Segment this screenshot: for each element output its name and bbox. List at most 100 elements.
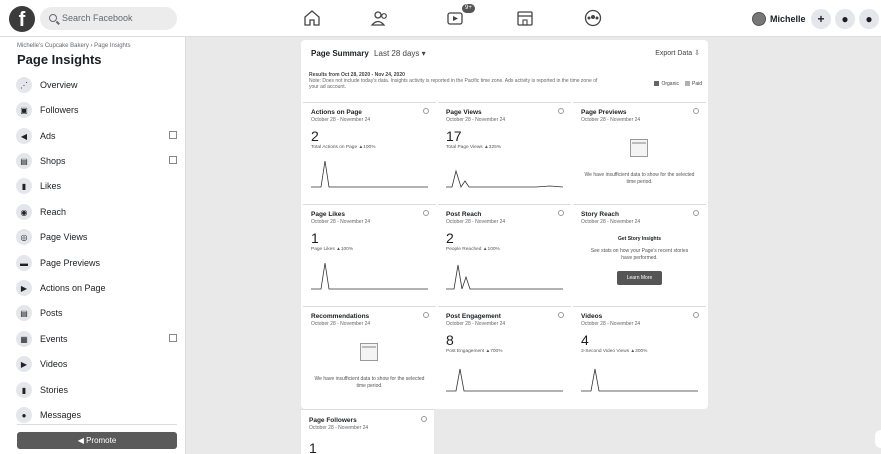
notifications-bell-icon[interactable]: ●: [859, 9, 879, 29]
tile-page-views[interactable]: Page Views October 28 - November 24 17 T…: [438, 102, 571, 202]
sidebar-item-followers[interactable]: ▣ Followers: [16, 99, 181, 121]
tile-value: 2: [446, 230, 454, 246]
sidebar-item-posts[interactable]: ▤ Posts: [16, 302, 181, 324]
tile-title: Page Followers: [309, 417, 357, 424]
info-icon[interactable]: [693, 210, 699, 216]
tile-page-followers[interactable]: Page Followers October 28 - November 24 …: [301, 409, 434, 454]
tile-page-likes[interactable]: Page Likes October 28 - November 24 1 Pa…: [303, 204, 436, 304]
marketplace-icon[interactable]: [515, 9, 535, 27]
sidebar-item-label: Shops: [40, 156, 66, 166]
top-navigation-bar: f Search Facebook 9+ Michelle + ● ●: [0, 0, 881, 37]
info-icon[interactable]: [423, 108, 429, 114]
sidebar-item-stories[interactable]: ▮ Stories: [16, 379, 181, 401]
chart-icon: ⋰: [16, 77, 32, 93]
sidebar-item-reach[interactable]: ◉ Reach: [16, 201, 181, 223]
sidebar-item-videos[interactable]: ▶ Videos: [16, 353, 181, 375]
breadcrumb[interactable]: Michelle's Cupcake Bakery › Page Insight…: [17, 43, 131, 49]
sidebar-item-likes[interactable]: ▮ Likes: [16, 175, 181, 197]
scroll-edge-button[interactable]: [875, 430, 881, 448]
tile-title: Videos: [581, 313, 603, 320]
tile-title: Actions on Page: [311, 109, 362, 116]
sidebar-item-label: Likes: [40, 181, 62, 191]
info-icon[interactable]: [558, 312, 564, 318]
groups-icon[interactable]: [583, 9, 603, 27]
sidebar-item-label: Events: [40, 334, 68, 344]
tile-title: Page Views: [446, 109, 482, 116]
tile-title: Recommendations: [311, 313, 370, 320]
page-summary-card: Page Summary Last 28 days ▾ Export Data …: [301, 40, 708, 409]
megaphone-icon: ◀: [77, 436, 87, 445]
legend: Organic Paid: [654, 81, 702, 87]
story-insights-heading: Get Story Insights: [617, 236, 662, 242]
tile-caption: 3-Second Video Views ▲300%: [581, 349, 648, 354]
info-icon[interactable]: [693, 312, 699, 318]
legend-organic: Organic: [654, 81, 679, 87]
tile-date-range: October 28 - November 24: [581, 219, 641, 225]
tile-title: Post Engagement: [446, 313, 501, 320]
export-data-button[interactable]: Export Data ⇩: [655, 49, 700, 57]
sidebar-item-overview[interactable]: ⋰ Overview: [16, 74, 181, 96]
tile-date-range: October 28 - November 24: [311, 219, 371, 225]
tile-recommendations[interactable]: Recommendations October 28 - November 24…: [303, 306, 436, 406]
story-insights-body: See stats on how your Page's recent stor…: [590, 248, 689, 261]
tile-date-range: October 28 - November 24: [446, 219, 506, 225]
followers-icon: ▣: [16, 102, 32, 118]
sidebar-item-messages[interactable]: ● Messages: [16, 404, 181, 426]
tile-date-range: October 28 - November 24: [309, 425, 369, 431]
sidebar-item-label: Posts: [40, 308, 63, 318]
sparkline: [446, 169, 563, 188]
search-input[interactable]: Search Facebook: [40, 7, 177, 30]
info-icon[interactable]: [558, 210, 564, 216]
tile-post-engagement[interactable]: Post Engagement October 28 - November 24…: [438, 306, 571, 406]
results-note: Results from Oct 28, 2020 - Nov 24, 2020…: [309, 72, 599, 90]
messenger-icon[interactable]: ●: [835, 9, 855, 29]
learn-more-button[interactable]: Learn More: [617, 271, 662, 285]
sparkline: [446, 368, 563, 392]
promote-button[interactable]: ◀ Promote: [17, 432, 177, 449]
info-icon[interactable]: [423, 210, 429, 216]
tile-title: Post Reach: [446, 211, 482, 218]
tile-date-range: October 28 - November 24: [311, 117, 371, 123]
friends-icon[interactable]: [370, 9, 390, 27]
date-range-dropdown[interactable]: Last 28 days ▾: [374, 49, 426, 58]
insights-sidebar: Michelle's Cupcake Bakery › Page Insight…: [0, 37, 186, 454]
profile-shortcut[interactable]: Michelle: [752, 8, 806, 29]
info-icon[interactable]: [421, 416, 427, 422]
info-icon[interactable]: [558, 108, 564, 114]
info-icon[interactable]: [693, 108, 699, 114]
sidebar-item-shops[interactable]: ▤ Shops: [16, 150, 181, 172]
sidebar-divider: [17, 424, 177, 425]
insufficient-data-message: We have insufficient data to show for th…: [314, 376, 425, 389]
sparkline: [311, 262, 428, 290]
tile-videos[interactable]: Videos October 28 - November 24 4 3-Seco…: [573, 306, 706, 406]
sidebar-item-ads[interactable]: ◀ Ads: [16, 125, 181, 147]
calendar-icon: [360, 343, 378, 361]
sidebar-item-actions-on-page[interactable]: ▶ Actions on Page: [16, 277, 181, 299]
home-icon[interactable]: [302, 9, 322, 27]
tile-page-previews[interactable]: Page Previews October 28 - November 24 W…: [573, 102, 706, 202]
sparkline: [581, 368, 698, 392]
user-name: Michelle: [770, 13, 806, 24]
sidebar-item-events[interactable]: ▦ Events: [16, 328, 181, 350]
posts-icon: ▤: [16, 305, 32, 321]
sidebar-item-page-views[interactable]: ◎ Page Views: [16, 226, 181, 248]
create-plus-icon[interactable]: +: [811, 9, 831, 29]
tile-date-range: October 28 - November 24: [581, 321, 641, 327]
tile-story-reach[interactable]: Story Reach October 28 - November 24 Get…: [573, 204, 706, 304]
sidebar-item-page-previews[interactable]: ▬ Page Previews: [16, 252, 181, 274]
tile-value: 4: [581, 332, 589, 348]
info-icon[interactable]: [423, 312, 429, 318]
page-title: Page Insights: [17, 52, 102, 67]
search-icon: [49, 14, 57, 22]
tile-actions-on-page[interactable]: Actions on Page October 28 - November 24…: [303, 102, 436, 202]
messages-icon: ●: [16, 407, 32, 423]
tile-post-reach[interactable]: Post Reach October 28 - November 24 2 Pe…: [438, 204, 571, 304]
thumbs-up-icon: ▮: [16, 178, 32, 194]
external-link-icon: [169, 334, 177, 342]
sidebar-item-label: Overview: [40, 80, 78, 90]
tile-title: Page Previews: [581, 109, 627, 116]
promote-label: Promote: [86, 436, 117, 445]
facebook-logo-icon[interactable]: f: [9, 6, 35, 32]
tile-date-range: October 28 - November 24: [446, 117, 506, 123]
external-link-icon: [169, 156, 177, 164]
